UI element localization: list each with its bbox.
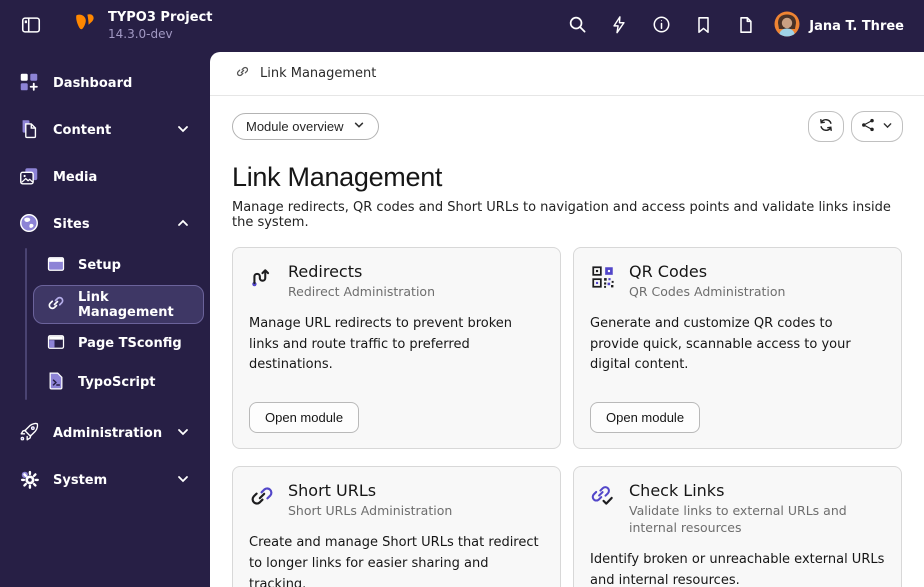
info-icon	[652, 15, 671, 37]
link-icon	[46, 293, 66, 317]
sidebar-item-label: System	[53, 473, 108, 488]
card-description: Create and manage Short URLs that redire…	[249, 535, 539, 587]
chevron-down-icon	[176, 425, 190, 443]
card-redirects: Redirects Redirect Administration Manage…	[232, 247, 561, 450]
sidebar-item-label: Media	[53, 170, 98, 185]
chevron-down-icon	[176, 472, 190, 490]
docheader: Module overview	[210, 96, 924, 142]
redirect-icon	[249, 262, 275, 294]
search-icon	[568, 15, 587, 37]
open-module-button-qr-codes[interactable]: Open module	[590, 402, 701, 434]
sites-icon	[18, 212, 40, 238]
module-body: Link Management Manage redirects, QR cod…	[210, 142, 924, 587]
card-description: Generate and customize QR codes to provi…	[590, 315, 851, 373]
share-button[interactable]	[851, 111, 903, 142]
sidebar-item-setup[interactable]: Setup	[33, 246, 204, 285]
module-frame: Link Management Module overview Link Man…	[210, 52, 924, 587]
sidebar-item-link-management[interactable]: Link Management	[33, 285, 204, 324]
card-check-links: Check Links Validate links to external U…	[573, 466, 902, 587]
card-title: Check Links	[629, 481, 725, 501]
brand[interactable]: TYPO3 Project 14.3.0-dev	[72, 10, 213, 41]
breadcrumb-label[interactable]: Link Management	[260, 66, 376, 81]
breadcrumb: Link Management	[210, 52, 924, 96]
reload-button[interactable]	[808, 111, 844, 142]
user-name: Jana T. Three	[809, 18, 904, 34]
sidebar-item-label: TypoScript	[78, 375, 156, 390]
qrcode-icon	[590, 262, 616, 294]
sidebar-item-label: Page TSconfig	[78, 336, 182, 351]
sidebar-item-sites[interactable]: Sites	[0, 201, 210, 248]
sites-submenu: Setup Link Management Page TSconfig Typo…	[0, 246, 204, 402]
file-icon	[737, 16, 754, 37]
module-card-grid: Redirects Redirect Administration Manage…	[232, 247, 902, 587]
administration-icon	[18, 421, 40, 447]
sidebar-item-label: Sites	[53, 217, 90, 232]
sidebar-item-label: Content	[53, 123, 112, 138]
sidebar-collapse-icon	[20, 14, 42, 39]
sidebar-item-administration[interactable]: Administration	[0, 410, 210, 457]
chevron-up-icon	[176, 216, 190, 234]
module-menu: Dashboard Content Media Sites Setup Link…	[0, 52, 210, 587]
sidebar-item-system[interactable]: System	[0, 457, 210, 504]
chevron-down-icon	[176, 122, 190, 140]
setup-icon	[46, 254, 66, 278]
sidebar-item-label: Setup	[78, 258, 121, 273]
module-overview-select[interactable]: Module overview	[232, 113, 379, 140]
search-button[interactable]	[560, 9, 594, 43]
card-title: Short URLs	[288, 481, 377, 501]
sidebar-item-page-tsconfig[interactable]: Page TSconfig	[33, 324, 204, 363]
card-title: QR Codes	[629, 262, 708, 281]
card-title: Redirects	[288, 262, 363, 281]
card-description: Manage URL redirects to prevent broken l…	[249, 315, 513, 373]
sidebar-item-label: Dashboard	[53, 76, 133, 91]
sidebar-item-label: Administration	[53, 426, 163, 441]
bookmarks-button[interactable]	[686, 9, 720, 43]
flash-messages-button[interactable]	[602, 9, 636, 43]
sidebar-item-label: Link Management	[78, 289, 174, 320]
sidebar-item-content[interactable]: Content	[0, 107, 210, 154]
open-document-button[interactable]	[728, 9, 762, 43]
system-icon	[18, 468, 40, 494]
card-short-urls: Short URLs Short URLs Administration Cre…	[232, 466, 561, 587]
link-check-icon	[590, 481, 616, 513]
sidebar-item-dashboard[interactable]: Dashboard	[0, 60, 210, 107]
page-description: Manage redirects, QR codes and Short URL…	[232, 200, 891, 230]
dashboard-icon	[18, 71, 40, 97]
card-subtitle: Validate links to external URLs and inte…	[629, 503, 847, 536]
chevron-down-icon	[353, 119, 365, 134]
open-module-button-redirects[interactable]: Open module	[249, 402, 360, 434]
project-version: 14.3.0-dev	[108, 26, 173, 41]
user-menu[interactable]: Jana T. Three	[774, 11, 904, 41]
help-button[interactable]	[644, 9, 678, 43]
card-subtitle: Short URLs Administration	[288, 503, 453, 519]
module-select-label: Module overview	[246, 119, 344, 134]
avatar	[774, 11, 800, 41]
typoscript-icon	[46, 371, 66, 395]
chevron-down-icon	[882, 119, 893, 134]
media-icon	[18, 165, 40, 191]
bookmark-icon	[695, 16, 712, 37]
sidebar-collapse-button[interactable]	[16, 10, 46, 43]
link-icon	[249, 481, 275, 513]
page-tsconfig-icon	[46, 332, 66, 356]
sidebar-item-media[interactable]: Media	[0, 154, 210, 201]
content-icon	[18, 118, 40, 144]
card-qr-codes: QR Codes QR Codes Administration Generat…	[573, 247, 902, 450]
page-title: Link Management	[232, 162, 443, 192]
share-icon	[861, 118, 875, 135]
card-description: Identify broken or unreachable external …	[590, 552, 885, 587]
typo3-logo	[72, 11, 98, 41]
card-subtitle: QR Codes Administration	[629, 284, 786, 299]
link-icon	[235, 64, 250, 83]
topbar: TYPO3 Project 14.3.0-dev Jana T. Three	[0, 0, 924, 52]
project-name: TYPO3 Project	[108, 10, 213, 26]
bolt-icon	[610, 15, 628, 37]
refresh-icon	[818, 117, 834, 136]
sidebar-item-typoscript[interactable]: TypoScript	[33, 363, 204, 402]
card-subtitle: Redirect Administration	[288, 284, 435, 299]
